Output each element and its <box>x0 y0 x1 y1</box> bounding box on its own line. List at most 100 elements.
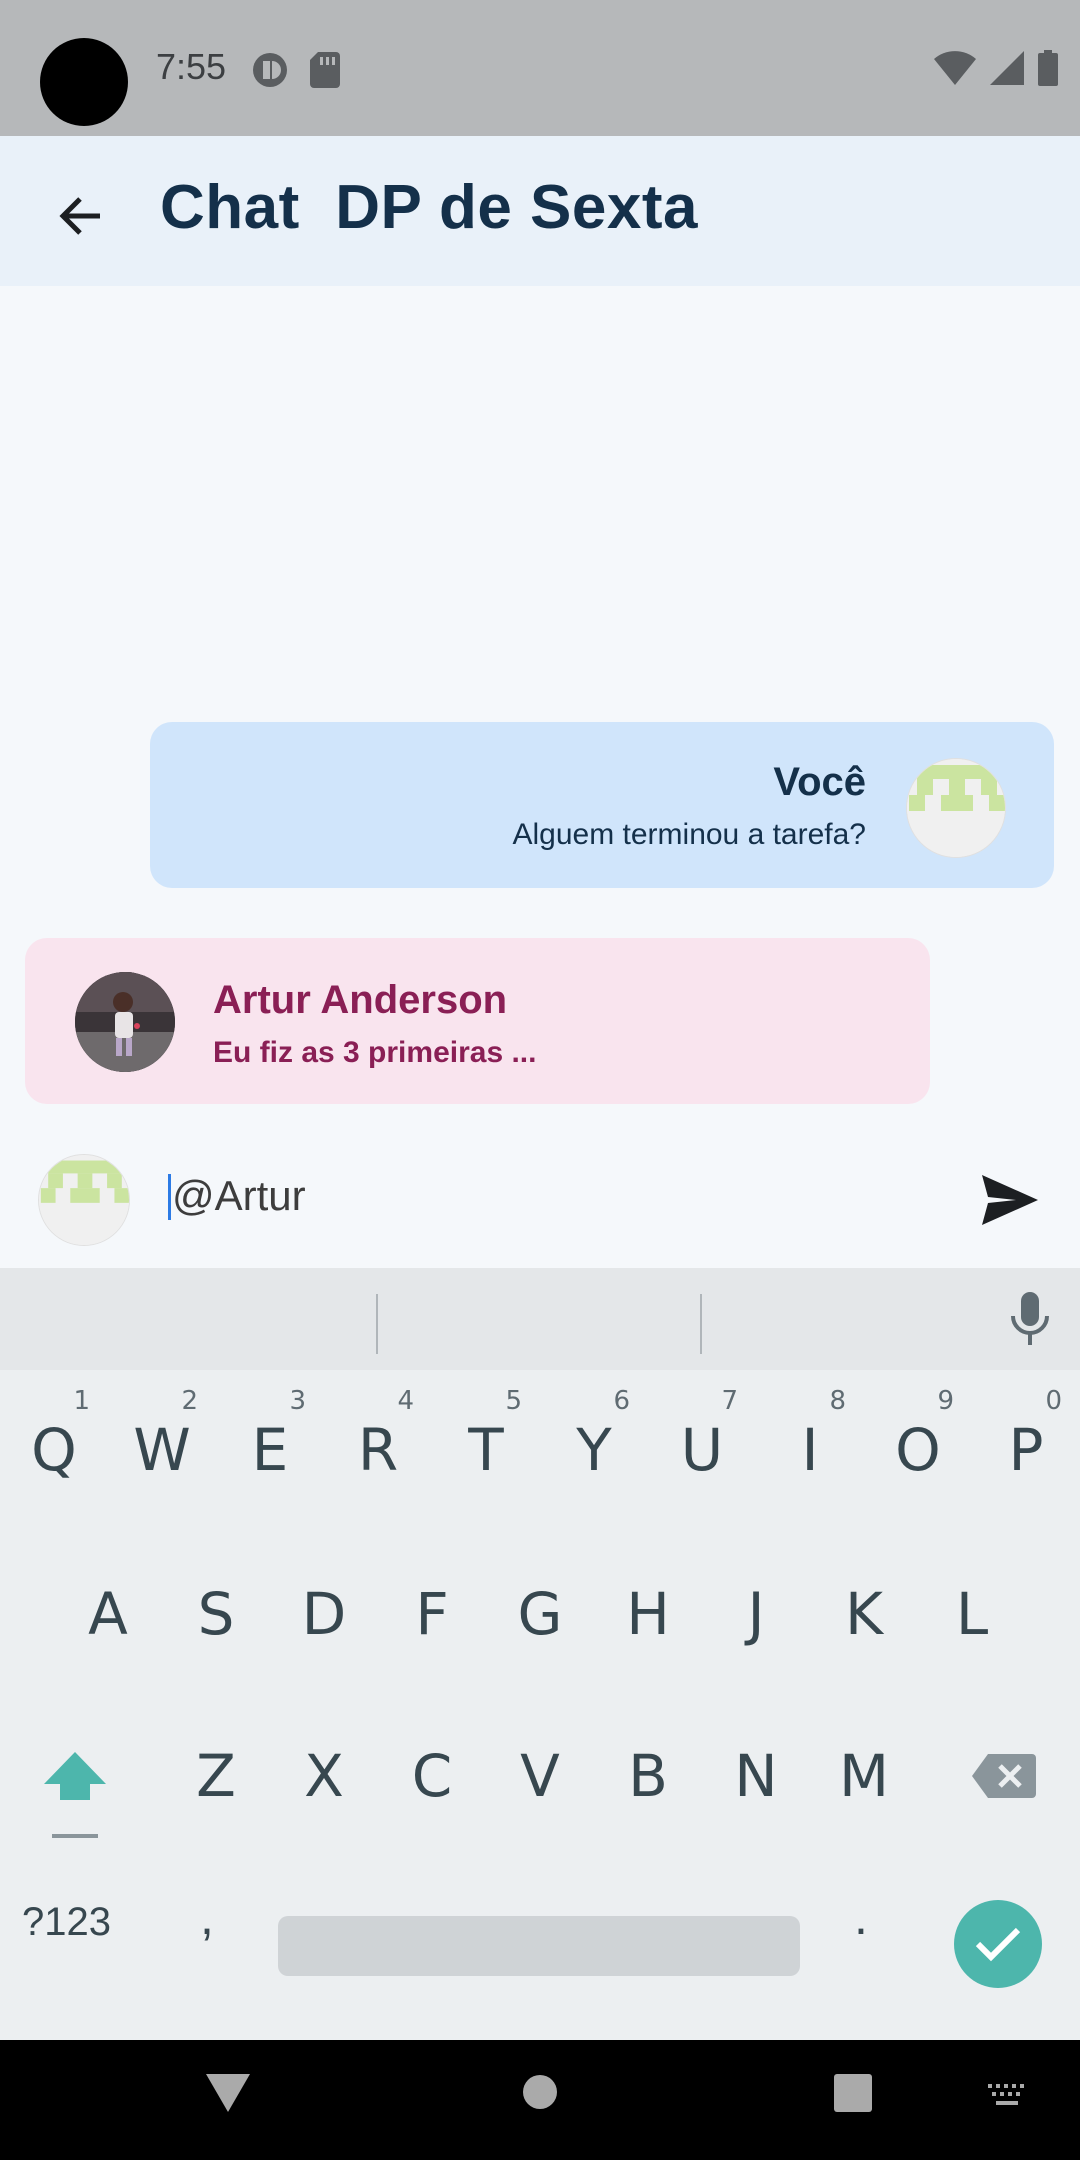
key-label: E <box>251 1416 289 1484</box>
send-button[interactable] <box>976 1168 1044 1232</box>
key-hint: 3 <box>289 1386 306 1416</box>
notification-app-icon <box>252 52 288 93</box>
key-e[interactable]: 3E <box>220 1386 320 1500</box>
app-bar: Chat DP de Sexta <box>0 136 1080 286</box>
key-label: H <box>626 1580 670 1648</box>
key-label: F <box>415 1580 449 1648</box>
backspace-key[interactable] <box>972 1754 1036 1803</box>
key-label: J <box>747 1580 765 1648</box>
message-input[interactable]: @Artur <box>168 1168 948 1232</box>
camera-cutout <box>40 38 128 126</box>
system-nav-bar <box>0 2040 1080 2160</box>
key-label: C <box>411 1742 453 1810</box>
battery-icon <box>1038 50 1058 91</box>
key-s[interactable]: S <box>166 1554 266 1664</box>
key-label: K <box>844 1580 884 1648</box>
key-g[interactable]: G <box>490 1554 590 1664</box>
status-bar: 7:55 <box>0 0 1080 136</box>
key-k[interactable]: K <box>814 1554 914 1664</box>
key-hint: 5 <box>505 1386 522 1416</box>
key-hint: 2 <box>181 1386 198 1416</box>
key-q[interactable]: 1Q <box>4 1386 104 1500</box>
message-incoming[interactable]: Artur Anderson Eu fiz as 3 primeiras ... <box>25 938 930 1104</box>
key-label: V <box>520 1742 560 1810</box>
key-n[interactable]: N <box>706 1716 806 1826</box>
suggestion-divider <box>376 1294 378 1354</box>
comma-key[interactable]: , <box>200 1888 214 1946</box>
message-input-value: @Artur <box>172 1172 306 1219</box>
key-r[interactable]: 4R <box>328 1386 428 1500</box>
key-label: W <box>133 1416 191 1484</box>
status-time: 7:55 <box>156 46 227 87</box>
key-label: U <box>680 1416 724 1484</box>
wifi-icon <box>934 51 976 90</box>
chat-messages: Você Alguem terminou a tarefa? Artur And… <box>0 286 1080 1128</box>
key-t[interactable]: 5T <box>436 1386 536 1500</box>
key-l[interactable]: L <box>922 1554 1022 1664</box>
key-w[interactable]: 2W <box>112 1386 212 1500</box>
nav-back-icon[interactable] <box>206 2074 250 2119</box>
key-z[interactable]: Z <box>166 1716 266 1826</box>
back-button[interactable] <box>40 176 120 256</box>
message-sender: Você <box>773 760 866 804</box>
key-hint: 9 <box>937 1386 954 1416</box>
key-label: M <box>838 1742 890 1810</box>
key-label: O <box>895 1416 941 1484</box>
enter-key[interactable] <box>954 1900 1042 1988</box>
key-p[interactable]: 0P <box>976 1386 1076 1500</box>
key-hint: 1 <box>73 1386 90 1416</box>
space-key[interactable] <box>278 1916 800 1976</box>
key-c[interactable]: C <box>382 1716 482 1826</box>
key-m[interactable]: M <box>814 1716 914 1826</box>
message-sender: Artur Anderson <box>213 978 508 1022</box>
avatar <box>75 972 175 1072</box>
suggestion-strip <box>0 1268 1080 1370</box>
key-u[interactable]: 7U <box>652 1386 752 1500</box>
message-text: Eu fiz as 3 primeiras ... <box>213 1036 537 1069</box>
message-composer: @Artur <box>0 1128 1080 1268</box>
identicon-avatar-icon <box>39 1155 129 1245</box>
backspace-icon <box>972 1754 1036 1798</box>
key-label: A <box>88 1580 128 1648</box>
key-label: Z <box>196 1742 236 1810</box>
key-y[interactable]: 6Y <box>544 1386 644 1500</box>
suggestion-divider <box>700 1294 702 1354</box>
nav-home-icon[interactable] <box>522 2074 558 2115</box>
key-x[interactable]: X <box>274 1716 374 1826</box>
key-label: R <box>357 1416 399 1484</box>
shift-icon <box>44 1752 106 1838</box>
key-hint: 0 <box>1045 1386 1062 1416</box>
avatar <box>38 1154 130 1246</box>
key-j[interactable]: J <box>706 1554 806 1664</box>
page-title: Chat DP de Sexta <box>160 173 698 242</box>
key-label: D <box>301 1580 347 1648</box>
key-hint: 4 <box>397 1386 414 1416</box>
symbols-key[interactable]: ?123 <box>22 1900 111 1945</box>
key-label: T <box>468 1416 504 1484</box>
identicon-avatar-icon <box>907 759 1005 857</box>
key-v[interactable]: V <box>490 1716 590 1826</box>
key-o[interactable]: 9O <box>868 1386 968 1500</box>
sd-card-icon <box>310 52 340 93</box>
message-outgoing[interactable]: Você Alguem terminou a tarefa? <box>150 722 1054 888</box>
cell-signal-icon <box>990 51 1024 90</box>
period-key[interactable]: . <box>854 1888 868 1946</box>
key-a[interactable]: A <box>58 1554 158 1664</box>
key-label: Q <box>31 1416 77 1484</box>
key-hint: 8 <box>829 1386 846 1416</box>
key-label: P <box>1008 1416 1044 1484</box>
checkmark-icon <box>975 1927 1021 1962</box>
user-photo-icon <box>75 972 175 1072</box>
key-h[interactable]: H <box>598 1554 698 1664</box>
avatar <box>906 758 1006 858</box>
key-hint: 7 <box>721 1386 738 1416</box>
microphone-icon[interactable] <box>1010 1292 1050 1353</box>
shift-key[interactable] <box>42 1748 108 1845</box>
keyboard-switch-icon[interactable] <box>988 2084 1028 2113</box>
key-i[interactable]: 8I <box>760 1386 860 1500</box>
key-f[interactable]: F <box>382 1554 482 1664</box>
key-b[interactable]: B <box>598 1716 698 1826</box>
key-d[interactable]: D <box>274 1554 374 1664</box>
key-label: G <box>517 1580 563 1648</box>
nav-recents-icon[interactable] <box>834 2074 872 2117</box>
